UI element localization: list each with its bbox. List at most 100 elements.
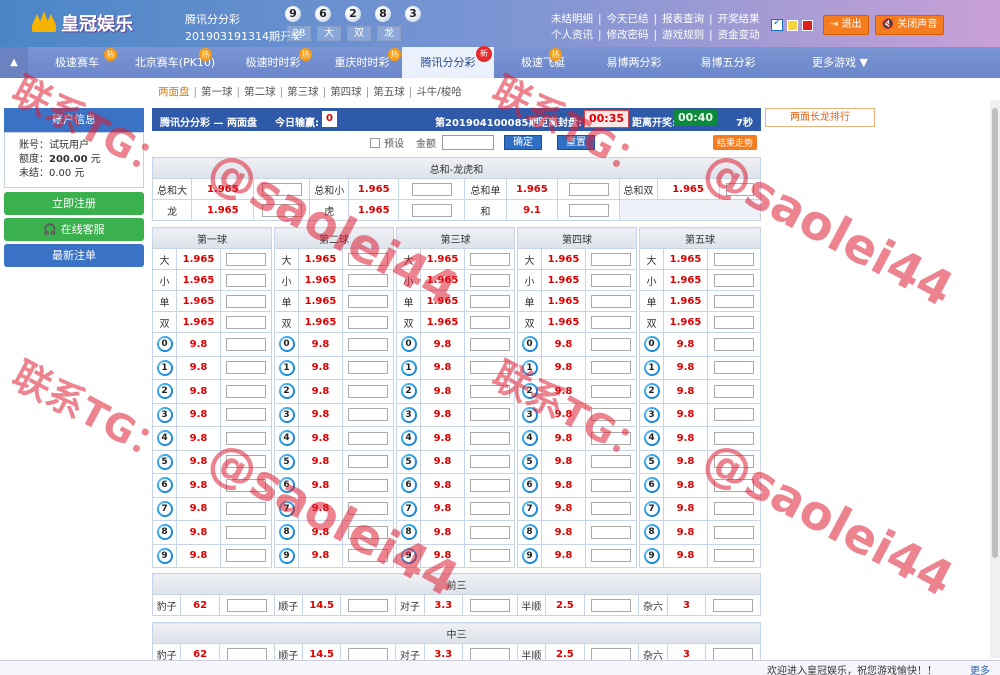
bet-input[interactable] <box>226 431 266 445</box>
tiger-input[interactable] <box>411 203 452 217</box>
subnav-ball3[interactable]: 第三球 <box>287 86 319 98</box>
bet-input[interactable] <box>714 273 754 287</box>
front3-input[interactable] <box>713 598 754 612</box>
bet-input[interactable] <box>226 273 266 287</box>
front3-input[interactable] <box>591 598 632 612</box>
latest-bets-button[interactable]: 最新注单 <box>4 244 144 267</box>
subnav-ball1[interactable]: 第一球 <box>201 86 233 98</box>
bet-input[interactable] <box>469 455 510 469</box>
more-link[interactable]: 更多 <box>970 662 990 675</box>
theme-yellow-swatch[interactable] <box>787 19 798 31</box>
subnav-ball5[interactable]: 第五球 <box>373 86 405 98</box>
bet-input[interactable] <box>226 408 266 422</box>
tab-jisu-feiting[interactable]: 极速飞艇热 <box>494 47 592 78</box>
subnav-ball2[interactable]: 第二球 <box>244 86 276 98</box>
subnav-niuniu[interactable]: 斗牛/梭哈 <box>416 86 462 98</box>
reset-button[interactable]: 重置 <box>557 135 595 150</box>
bet-input[interactable] <box>591 361 631 375</box>
bet-input[interactable] <box>226 478 266 492</box>
bet-input[interactable] <box>714 337 754 351</box>
front3-input[interactable] <box>469 598 510 612</box>
bet-input[interactable] <box>591 273 631 287</box>
bet-input[interactable] <box>714 252 754 266</box>
logout-button[interactable]: ⇥ 退出 <box>823 15 869 35</box>
bet-input[interactable] <box>714 478 754 492</box>
mid3-input[interactable] <box>591 647 632 661</box>
subnav-ball4[interactable]: 第四球 <box>330 86 362 98</box>
bet-input[interactable] <box>469 408 510 422</box>
bet-input[interactable] <box>348 384 388 398</box>
subnav-liangmian[interactable]: 两面盘 <box>158 86 190 98</box>
bet-input[interactable] <box>226 455 266 469</box>
bet-input[interactable] <box>591 337 631 351</box>
trend-button[interactable]: 结果走势 <box>713 135 758 150</box>
bet-input[interactable] <box>348 252 388 266</box>
bet-input[interactable] <box>714 294 754 308</box>
mid3-input[interactable] <box>348 647 389 661</box>
service-button[interactable]: 🎧 在线客服 <box>4 218 144 241</box>
bet-input[interactable] <box>226 294 266 308</box>
bet-input[interactable] <box>714 315 754 329</box>
register-button[interactable]: 立即注册 <box>4 192 144 215</box>
sound-checkbox[interactable] <box>771 17 783 31</box>
amount-input[interactable] <box>442 135 494 150</box>
bet-input[interactable] <box>469 431 510 445</box>
bet-input[interactable] <box>226 337 266 351</box>
bet-input[interactable] <box>714 549 754 563</box>
front3-input[interactable] <box>348 598 389 612</box>
bet-input[interactable] <box>226 361 266 375</box>
bet-input[interactable] <box>469 315 510 329</box>
bet-input[interactable] <box>226 315 266 329</box>
preset-checkbox[interactable] <box>370 137 380 148</box>
bet-input[interactable] <box>348 431 388 445</box>
bet-input[interactable] <box>591 408 631 422</box>
tab-pk10[interactable]: 北京赛车(PK10) 热 <box>126 47 224 78</box>
tab-jisu-ssc[interactable]: 极速时时彩热 <box>224 47 322 78</box>
sum-small-input[interactable] <box>411 182 452 196</box>
scroll-thumb[interactable] <box>992 108 998 558</box>
bet-input[interactable] <box>714 502 754 516</box>
bet-input[interactable] <box>469 252 510 266</box>
tie-input[interactable] <box>568 203 609 217</box>
mid3-input[interactable] <box>226 647 267 661</box>
confirm-button[interactable]: 确定 <box>504 135 542 150</box>
bet-input[interactable] <box>226 525 266 539</box>
link-results[interactable]: 开奖结果 <box>718 13 760 25</box>
bet-input[interactable] <box>348 337 388 351</box>
bet-input[interactable] <box>714 431 754 445</box>
bet-input[interactable] <box>469 361 510 375</box>
bet-input[interactable] <box>591 455 631 469</box>
mid3-input[interactable] <box>469 647 510 661</box>
bet-input[interactable] <box>469 273 510 287</box>
sum-even-input[interactable] <box>725 182 754 196</box>
tab-cq-ssc[interactable]: 重庆时时彩热 <box>322 47 402 78</box>
dragon-input[interactable] <box>261 203 302 217</box>
bet-input[interactable] <box>469 525 510 539</box>
bet-input[interactable] <box>469 549 510 563</box>
bet-input[interactable] <box>469 478 510 492</box>
tab-tencent-ffc[interactable]: 腾讯分分彩新 <box>402 46 494 78</box>
bet-input[interactable] <box>226 384 266 398</box>
link-funds[interactable]: 资金变动 <box>718 29 760 41</box>
link-report[interactable]: 报表查询 <box>662 13 704 25</box>
bet-input[interactable] <box>348 502 388 516</box>
bet-input[interactable] <box>591 502 631 516</box>
bet-input[interactable] <box>591 252 631 266</box>
link-profile[interactable]: 个人资讯 <box>551 29 593 41</box>
link-settled[interactable]: 今天已结 <box>607 13 649 25</box>
bet-input[interactable] <box>226 549 266 563</box>
long-rank-button[interactable]: 两面长龙排行 <box>765 108 875 127</box>
tab-yibo-5fc[interactable]: 易博五分彩 <box>678 47 778 78</box>
link-password[interactable]: 修改密码 <box>607 29 649 41</box>
bet-input[interactable] <box>714 455 754 469</box>
bet-input[interactable] <box>469 337 510 351</box>
bet-input[interactable] <box>469 502 510 516</box>
bet-input[interactable] <box>591 384 631 398</box>
link-rules[interactable]: 游戏规则 <box>662 29 704 41</box>
bet-input[interactable] <box>348 408 388 422</box>
link-unsettled[interactable]: 未结明细 <box>551 13 593 25</box>
mid3-input[interactable] <box>713 647 754 661</box>
bet-input[interactable] <box>348 315 388 329</box>
bet-input[interactable] <box>348 455 388 469</box>
bet-input[interactable] <box>591 549 631 563</box>
